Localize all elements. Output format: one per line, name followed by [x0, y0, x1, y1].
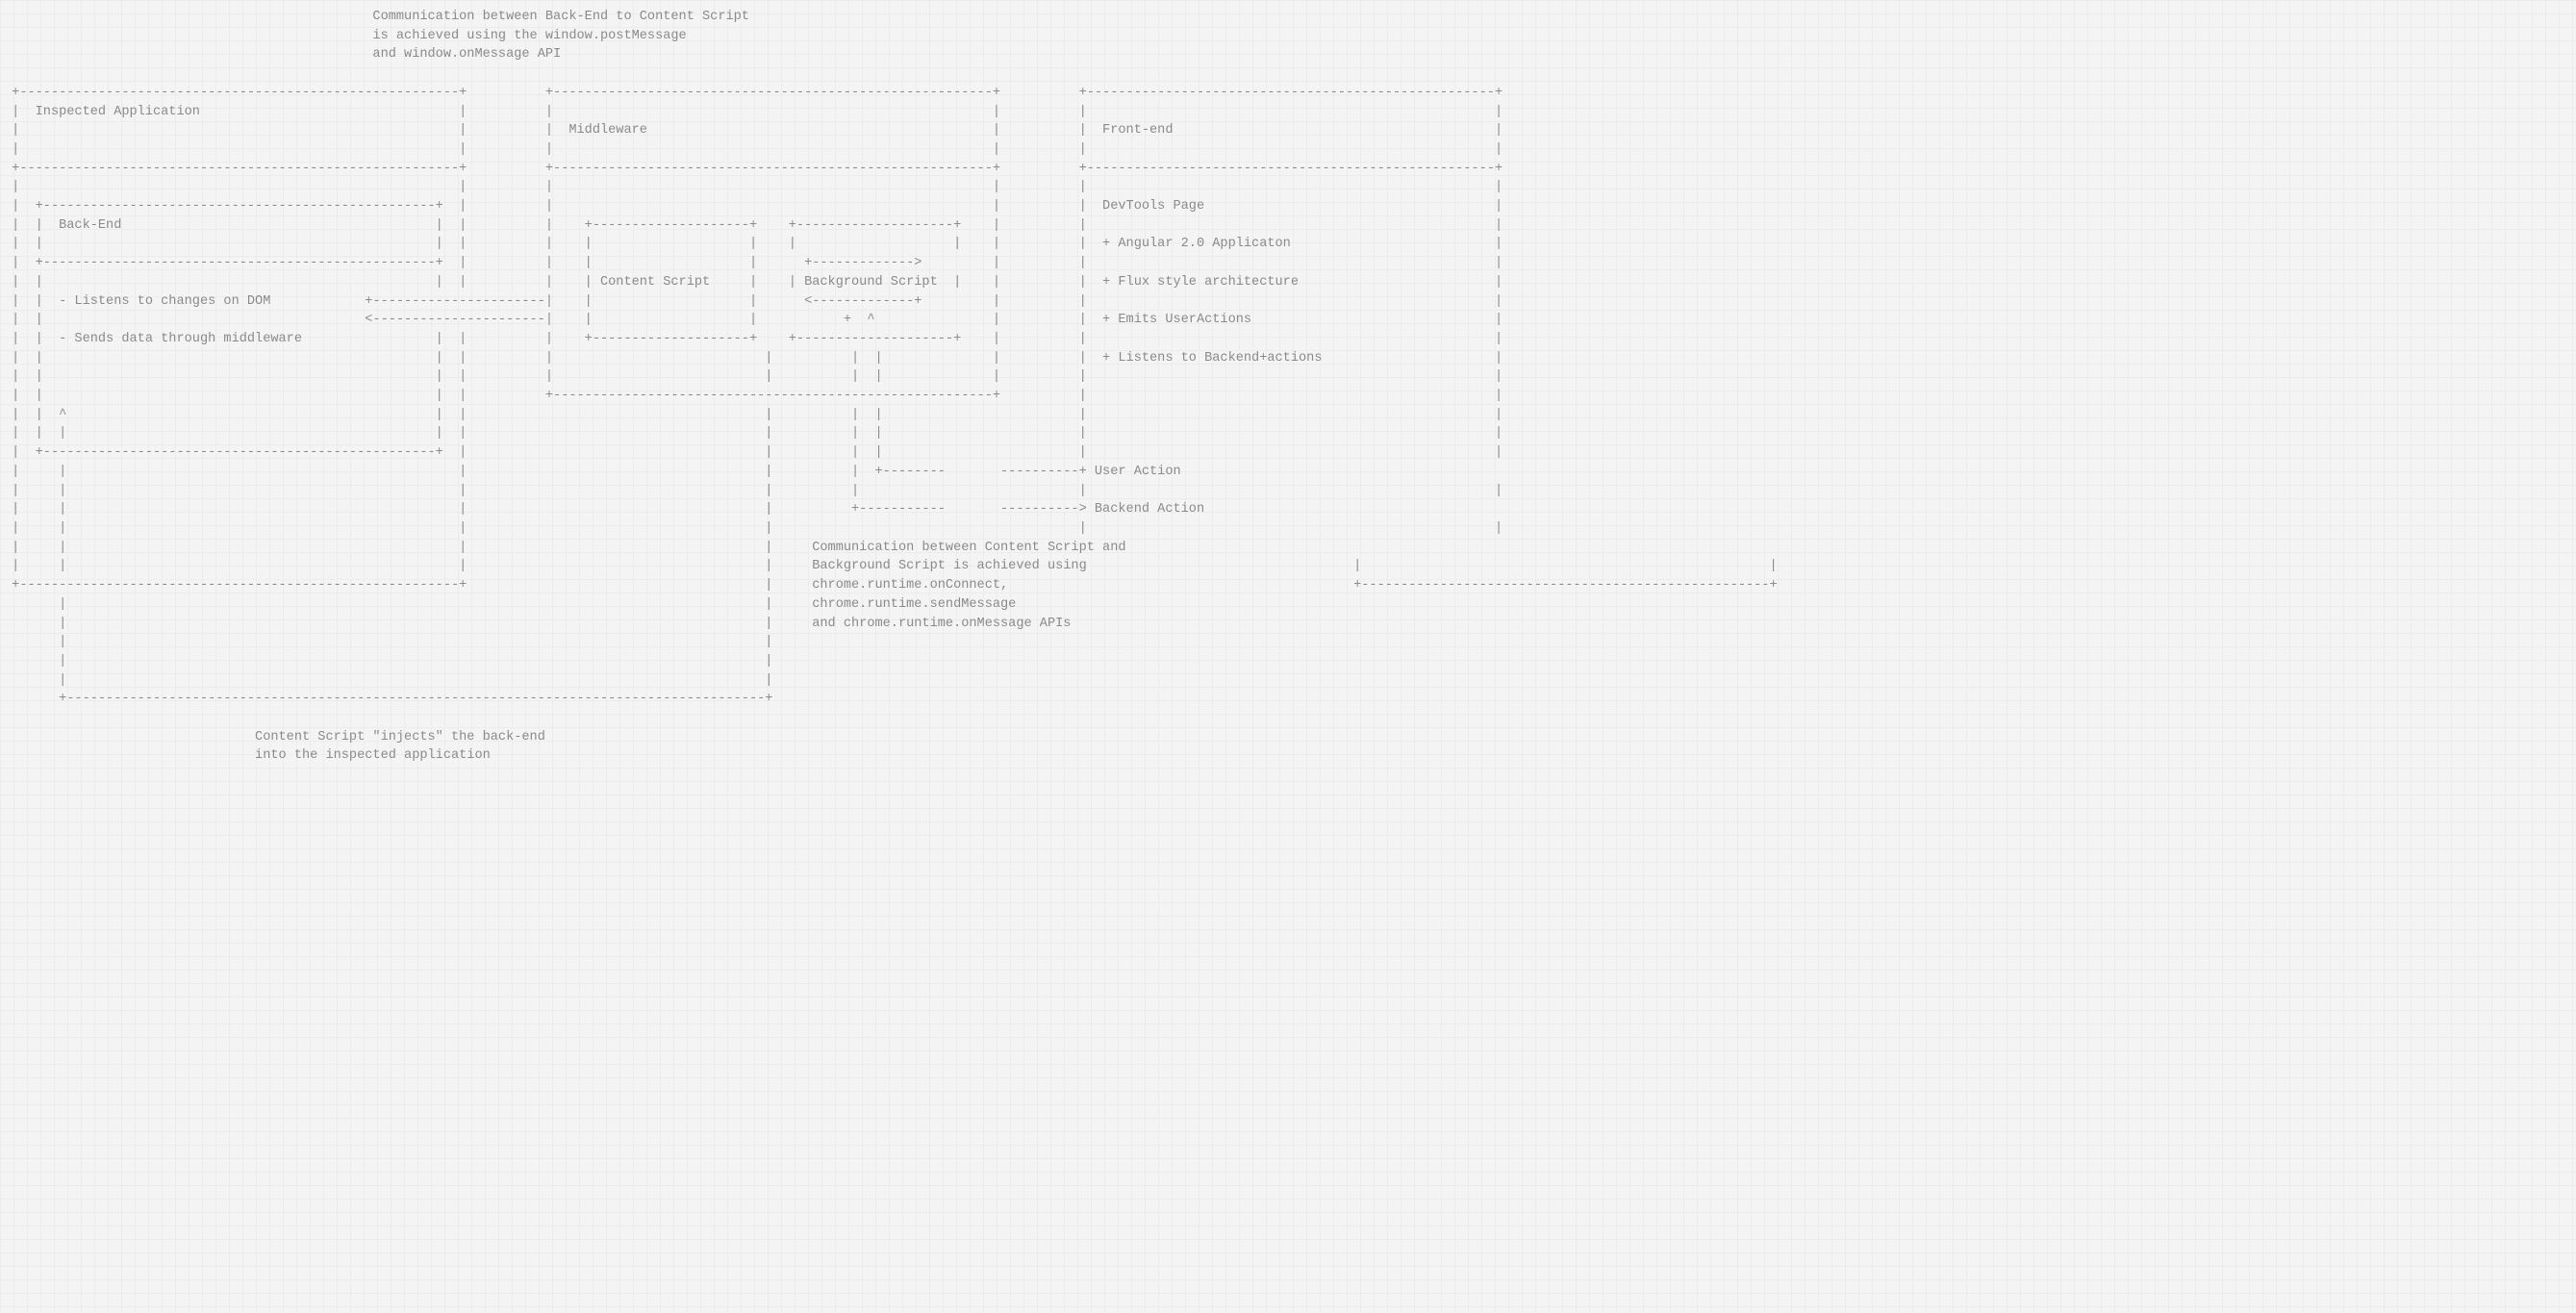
ascii-diagram: Communication between Back-End to Conten…	[0, 0, 2576, 795]
